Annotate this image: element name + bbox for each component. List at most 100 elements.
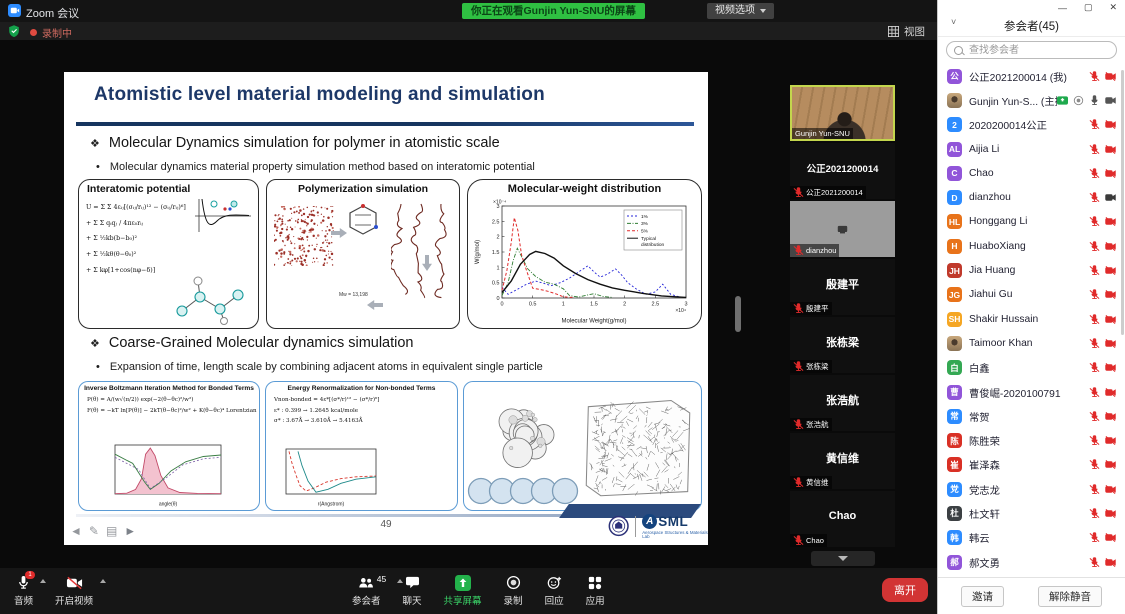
video-tile[interactable]: dianzhou	[790, 201, 895, 257]
apps-button[interactable]: 应用	[586, 574, 605, 607]
participant-row[interactable]: 22020200014公正	[938, 113, 1125, 137]
close-button[interactable]: ✕	[1109, 2, 1117, 13]
video-tile[interactable]: Gunjin Yun-SNU	[790, 85, 895, 141]
participant-name: 常贺	[969, 409, 1089, 424]
video-tile[interactable]: 黄信维黄信维	[790, 433, 895, 489]
camera-off-icon	[1105, 411, 1116, 422]
monomer-ring-diagram	[343, 202, 383, 236]
participant-row[interactable]: Taimoor Khan	[938, 331, 1125, 355]
leave-button[interactable]: 离开	[882, 578, 928, 602]
search-input[interactable]	[967, 44, 1109, 57]
participant-search[interactable]	[946, 41, 1117, 59]
coarse-grained-images-panel	[463, 381, 702, 511]
participant-list: 公公正2021200014 (我)Gunjin Yun-S... (主持人)22…	[938, 64, 1125, 578]
participant-name: 党志龙	[969, 482, 1089, 497]
avatar: 白	[947, 360, 962, 375]
participants-button[interactable]: 45 参会者	[352, 574, 381, 607]
camera-off-icon	[1105, 144, 1116, 155]
video-tile[interactable]: 公正2021200014公正2021200014	[790, 143, 895, 199]
participant-row[interactable]: ALAijia Li	[938, 137, 1125, 161]
svg-text:0: 0	[496, 296, 499, 302]
video-tile[interactable]: 张栋梁张栋梁	[790, 317, 895, 373]
chevron-down-icon	[760, 9, 766, 13]
start-video-button[interactable]: 开启视频	[55, 574, 93, 607]
minimize-button[interactable]: —	[1058, 3, 1067, 13]
svg-text:1%: 1%	[641, 214, 649, 220]
video-tile[interactable]: ChaoChao	[790, 491, 895, 547]
formula-line: + Σ ½kθ(θ−θ₀)²	[86, 247, 186, 263]
participant-row[interactable]: Ddianzhou	[938, 185, 1125, 209]
svg-text:W(g/mol): W(g/mol)	[475, 240, 481, 264]
mic-on-icon	[1089, 95, 1100, 106]
mic-muted-icon	[793, 361, 804, 372]
dot-bullet-icon	[96, 161, 100, 173]
diamond-bullet-icon	[90, 335, 100, 351]
participant-row[interactable]: CChao	[938, 161, 1125, 185]
participant-row[interactable]: JHJia Huang	[938, 258, 1125, 282]
zoom-logo-icon	[8, 4, 21, 22]
participant-row[interactable]: H HuaboXiang	[938, 234, 1125, 258]
screen-share-badge-icon	[1057, 95, 1068, 106]
participant-row[interactable]: 郝郝文勇	[938, 550, 1125, 574]
participant-row[interactable]: 韩韩云	[938, 526, 1125, 550]
participant-row[interactable]: 公公正2021200014 (我)	[938, 64, 1125, 88]
participant-row[interactable]: 常常贺	[938, 404, 1125, 428]
participant-list-scrollbar[interactable]	[1121, 70, 1124, 335]
chat-button[interactable]: 聊天	[403, 574, 422, 607]
tile-display-name: 张浩航	[790, 392, 895, 408]
slideshow-menu-icon[interactable]	[106, 524, 117, 538]
record-button[interactable]: 录制	[504, 574, 523, 607]
prev-slide-icon[interactable]	[70, 524, 82, 538]
participant-name: HuaboXiang	[969, 241, 1089, 252]
chevron-up-icon[interactable]	[100, 579, 106, 583]
participant-row[interactable]: 杜杜文轩	[938, 501, 1125, 525]
next-slide-icon[interactable]	[124, 524, 136, 538]
participant-row[interactable]: 白白鑫	[938, 356, 1125, 380]
avatar: H	[947, 239, 962, 254]
participant-row[interactable]: 党党志龙	[938, 477, 1125, 501]
collapse-strip-button[interactable]	[811, 551, 875, 566]
avatar: D	[947, 190, 962, 205]
video-options-button[interactable]: 视频选项	[707, 3, 774, 19]
maximize-button[interactable]: ▢	[1084, 2, 1093, 13]
tile-name-label: 黄信维	[790, 476, 832, 489]
avatar: 公	[947, 69, 962, 84]
mic-muted-icon	[1089, 216, 1100, 227]
camera-placeholder-icon	[837, 224, 848, 235]
recording-label: 录制中	[42, 25, 72, 40]
nonbonded-terms-chart: r(Angstrom)	[276, 445, 380, 507]
svg-text:1.5: 1.5	[590, 302, 598, 308]
mic-muted-icon	[1089, 387, 1100, 398]
formula-line: + Σ ½kb(b−b₀)²	[86, 231, 186, 247]
video-tile[interactable]: 殷建平殷建平	[790, 259, 895, 315]
participant-row[interactable]: 曹曹俊崛-2020100791	[938, 380, 1125, 404]
invite-button[interactable]: 邀请	[961, 586, 1004, 607]
participant-row[interactable]: JGJiahui Gu	[938, 283, 1125, 307]
asml-logo-subtext: Aerospace Structures & Materials Lab	[642, 531, 708, 540]
video-tile[interactable]: 张浩航张浩航	[790, 375, 895, 431]
participant-row[interactable]: SHShakir Hussain	[938, 307, 1125, 331]
panel-title: Energy Renormalization for Non-bonded Te…	[266, 385, 457, 392]
participant-row[interactable]: Gunjin Yun-S... (主持人)	[938, 88, 1125, 112]
unmute-button[interactable]: 解除静音	[1038, 586, 1102, 607]
participant-row[interactable]: HLHonggang Li	[938, 210, 1125, 234]
audio-button[interactable]: 1 音频	[14, 574, 33, 607]
stage-scrollbar[interactable]	[735, 296, 741, 332]
avatar: 陈	[947, 433, 962, 448]
svg-text:0: 0	[500, 302, 503, 308]
reactions-button[interactable]: 回应	[545, 574, 564, 607]
mic-muted-icon	[793, 535, 804, 546]
participant-row[interactable]: 崔崔泽森	[938, 453, 1125, 477]
panel-title: Inverse Boltzmann Iteration Method for B…	[79, 385, 259, 392]
share-screen-button[interactable]: 共享屏幕	[444, 574, 482, 607]
asml-logo-mark: A	[642, 514, 657, 529]
svg-text:Molecular Weight(g/mol): Molecular Weight(g/mol)	[562, 319, 627, 325]
participant-row[interactable]: 陈陈胜荣	[938, 428, 1125, 452]
mic-muted-icon	[1089, 119, 1100, 130]
tile-name-label: 公正2021200014	[790, 186, 866, 199]
view-button[interactable]: 视图	[888, 24, 925, 39]
svg-text:5%: 5%	[641, 229, 649, 235]
svg-text:1: 1	[496, 265, 499, 271]
pen-tool-icon[interactable]	[89, 524, 99, 538]
chevron-up-icon[interactable]	[40, 579, 46, 583]
